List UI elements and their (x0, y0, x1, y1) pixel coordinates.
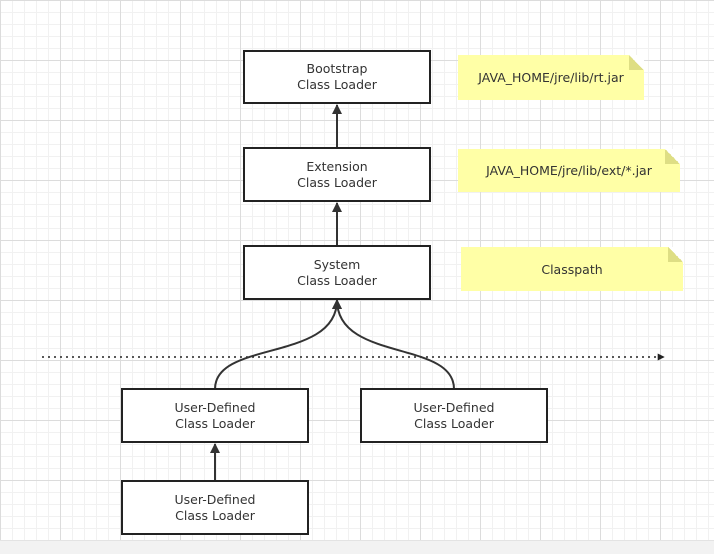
user-defined-class-loader-node-right[interactable]: User-Defined Class Loader (360, 388, 548, 443)
note-system-path[interactable]: Classpath (461, 247, 683, 291)
note-fold-corner (668, 247, 683, 262)
node-label-line2: Class Loader (297, 77, 377, 92)
arrow-user-left-to-system (214, 299, 342, 390)
node-label-line2: Class Loader (297, 174, 377, 190)
arrow-user-right-to-system (332, 299, 455, 390)
node-label-line1: User-Defined (413, 399, 495, 415)
bootstrap-class-loader-node[interactable]: Bootstrap Class Loader (243, 50, 431, 104)
user-defined-class-loader-node-bottom[interactable]: User-Defined Class Loader (121, 480, 309, 535)
note-text: JAVA_HOME/jre/lib/ext/*.jar (486, 163, 652, 178)
node-label-line1: System (313, 256, 361, 272)
node-label-line2: Class Loader (414, 415, 494, 431)
note-extension-path[interactable]: JAVA_HOME/jre/lib/ext/*.jar (458, 149, 680, 192)
node-label-line1: User-Defined (174, 399, 256, 415)
extension-class-loader-node[interactable]: Extension Class Loader (243, 147, 431, 202)
note-fold-corner (665, 149, 680, 164)
note-bootstrap-path[interactable]: JAVA_HOME/jre/lib/rt.jar (458, 55, 644, 100)
system-class-loader-node[interactable]: System Class Loader (243, 245, 431, 300)
node-label-line2: Class Loader (175, 507, 255, 523)
user-defined-class-loader-node-left[interactable]: User-Defined Class Loader (121, 388, 309, 443)
note-fold-corner (629, 55, 644, 70)
node-label-line1: User-Defined (174, 491, 256, 507)
note-text: JAVA_HOME/jre/lib/rt.jar (478, 70, 624, 85)
node-label-line1: Bootstrap (306, 61, 368, 76)
node-label-line2: Class Loader (175, 415, 255, 431)
note-text: Classpath (541, 261, 603, 277)
node-label-line2: Class Loader (297, 272, 377, 288)
node-label-line1: Extension (306, 158, 368, 174)
canvas-bottom-scroll-area[interactable] (0, 540, 714, 554)
